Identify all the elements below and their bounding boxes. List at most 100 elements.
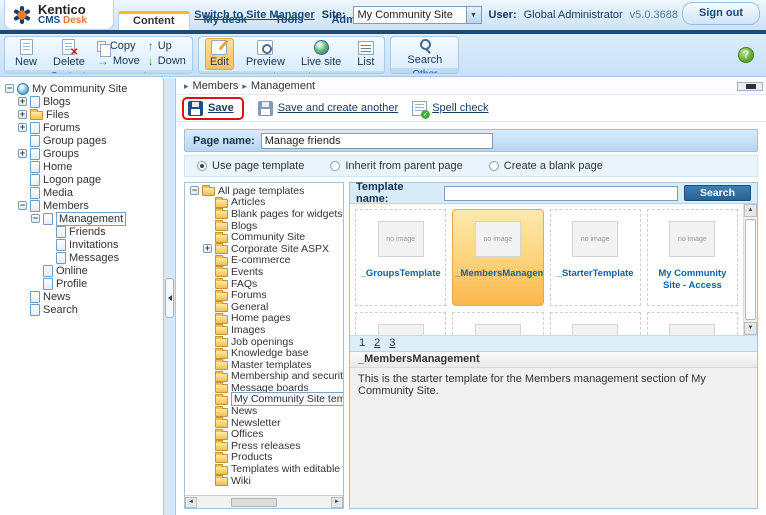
template-category-node[interactable]: Blogs	[187, 220, 343, 232]
pagination-page-1[interactable]: 1	[359, 337, 365, 349]
template-category-node[interactable]: Images	[187, 324, 343, 336]
content-tree-label[interactable]: Home	[43, 161, 72, 173]
content-tree-label[interactable]: Groups	[43, 148, 79, 160]
radio-icon[interactable]	[488, 161, 499, 171]
template-tile-label[interactable]: _GroupsTemplate	[359, 268, 443, 280]
template-category-node[interactable]: FAQs	[187, 278, 343, 290]
template-category-label[interactable]: Press releases	[231, 440, 300, 452]
template-category-node[interactable]: E-commerce	[187, 254, 343, 266]
content-tree-label[interactable]: My Community Site	[32, 83, 127, 95]
content-tree-node[interactable]: + Blogs	[2, 95, 163, 108]
template-category-node[interactable]: Home pages	[187, 312, 343, 324]
template-category-node[interactable]: General	[187, 301, 343, 313]
scrollbar-thumb[interactable]	[745, 219, 756, 320]
radio-use-page-template[interactable]: Use page template	[197, 160, 304, 172]
template-tile[interactable]: no image _MembersManagement	[452, 209, 544, 306]
content-tree-label[interactable]: Members	[43, 200, 89, 212]
template-category-label[interactable]: Corporate Site ASPX	[231, 243, 329, 255]
content-tree-label[interactable]: Search	[43, 304, 78, 316]
collapse-panel-handle[interactable]	[165, 278, 174, 318]
content-tree-label[interactable]: Logon page	[43, 174, 101, 186]
content-tree-node[interactable]: + Files	[2, 108, 163, 121]
template-tile[interactable]: no imageMy Community Site - Blog posts	[549, 312, 641, 335]
collapse-icon[interactable]: −	[190, 186, 199, 196]
template-category-node[interactable]: Blank pages for widgets	[187, 208, 343, 220]
content-tree-node[interactable]: Search	[2, 303, 163, 316]
content-tree-node[interactable]: News	[2, 290, 163, 303]
content-tree-label[interactable]: Invitations	[69, 239, 119, 251]
spell-check-button[interactable]: Spell check	[412, 100, 488, 119]
collapse-icon[interactable]: −	[5, 84, 14, 93]
content-tree-node[interactable]: Friends	[2, 225, 163, 238]
template-category-node[interactable]: Forums	[187, 289, 343, 301]
template-category-label[interactable]: General	[231, 301, 268, 313]
content-tree-label[interactable]: Forums	[43, 122, 80, 134]
expand-icon[interactable]: +	[18, 110, 27, 119]
template-category-node[interactable]: Master templates	[187, 359, 343, 371]
content-tree-node[interactable]: Profile	[2, 277, 163, 290]
template-category-label[interactable]: E-commerce	[231, 254, 291, 266]
template-category-label[interactable]: Events	[231, 266, 263, 278]
content-tree-node[interactable]: − Management	[2, 211, 163, 226]
template-tile[interactable]: no image _GroupsTemplate	[355, 209, 447, 306]
template-tile[interactable]: no image My Community Site - Access	[646, 209, 738, 306]
template-category-label[interactable]: Products	[231, 451, 272, 463]
template-category-label[interactable]: Blogs	[231, 220, 257, 232]
template-category-node[interactable]: Templates with editable regio	[187, 463, 343, 475]
template-category-label[interactable]: Wiki	[231, 475, 251, 487]
expand-icon[interactable]: +	[203, 244, 212, 254]
live-site-button[interactable]: Live site	[297, 39, 345, 69]
vertical-scrollbar[interactable]: ▲ ▼	[743, 204, 757, 335]
expand-icon[interactable]: +	[18, 97, 27, 106]
template-category-label[interactable]: Job openings	[231, 336, 293, 348]
radio-icon[interactable]	[330, 161, 341, 171]
template-category-node[interactable]: Products	[187, 451, 343, 463]
template-category-label[interactable]: Community Site	[231, 231, 305, 243]
breadcrumb-scrollbar[interactable]	[737, 82, 763, 91]
save-button[interactable]: Save	[208, 102, 234, 114]
template-category-label[interactable]: Home pages	[231, 312, 291, 324]
template-category-label[interactable]: Knowledge base	[231, 347, 309, 359]
site-select[interactable]: My Community Site ▼	[352, 6, 482, 24]
template-category-node[interactable]: Events	[187, 266, 343, 278]
template-category-label[interactable]: Newsletter	[231, 417, 281, 429]
template-category-label[interactable]: Templates with editable regio	[231, 463, 343, 475]
search-button[interactable]: Search	[397, 38, 452, 67]
horizontal-scrollbar[interactable]: ◄ ►	[185, 495, 343, 508]
template-search-button[interactable]: Search	[684, 185, 751, 201]
template-category-label[interactable]: Articles	[231, 196, 265, 208]
list-mode-button[interactable]: List	[353, 40, 378, 69]
template-category-label[interactable]: Offices	[231, 428, 263, 440]
template-tile[interactable]: no imageMy Community Site - Blog list	[452, 312, 544, 335]
content-tree-node[interactable]: − Members	[2, 199, 163, 212]
move-button[interactable]: → Move	[97, 55, 140, 67]
scroll-up-icon[interactable]: ▲	[744, 204, 757, 217]
content-tree-node[interactable]: Messages	[2, 251, 163, 264]
template-tile-label[interactable]: _MembersManagement	[453, 268, 542, 280]
template-category-label[interactable]: Images	[231, 324, 265, 336]
help-icon[interactable]: ?	[738, 47, 754, 63]
template-tile[interactable]: no imageMy Community Site - Blogs	[646, 312, 738, 335]
radio-create-a-blank-page[interactable]: Create a blank page	[488, 160, 603, 172]
content-tree-label[interactable]: Media	[43, 187, 73, 199]
content-tree-node[interactable]: Invitations	[2, 238, 163, 251]
pagination-page-3[interactable]: 3	[389, 337, 395, 349]
template-category-node[interactable]: Knowledge base	[187, 347, 343, 359]
content-tree-label[interactable]: Group pages	[43, 135, 107, 147]
content-tree-node[interactable]: + Groups	[2, 147, 163, 160]
switch-to-site-manager-link[interactable]: Switch to Site Manager	[194, 9, 314, 21]
template-category-label[interactable]: Membership and security	[231, 370, 343, 382]
content-tree-node[interactable]: Media	[2, 186, 163, 199]
breadcrumb-members[interactable]: Members	[193, 80, 239, 92]
tab-content[interactable]: Content	[118, 11, 190, 30]
down-button[interactable]: ↓ Down	[148, 55, 186, 67]
template-category-node[interactable]: + Corporate Site ASPX	[187, 243, 343, 255]
content-tree-label[interactable]: Messages	[69, 252, 119, 264]
template-category-label[interactable]: All page templates	[218, 185, 304, 197]
expand-icon[interactable]: +	[18, 123, 27, 132]
template-category-node[interactable]: Job openings	[187, 336, 343, 348]
template-category-label[interactable]: Master templates	[231, 359, 312, 371]
content-tree-node[interactable]: Home	[2, 160, 163, 173]
delete-button[interactable]: Delete	[49, 38, 89, 69]
template-tile-label[interactable]: _StarterTemplate	[555, 268, 636, 280]
